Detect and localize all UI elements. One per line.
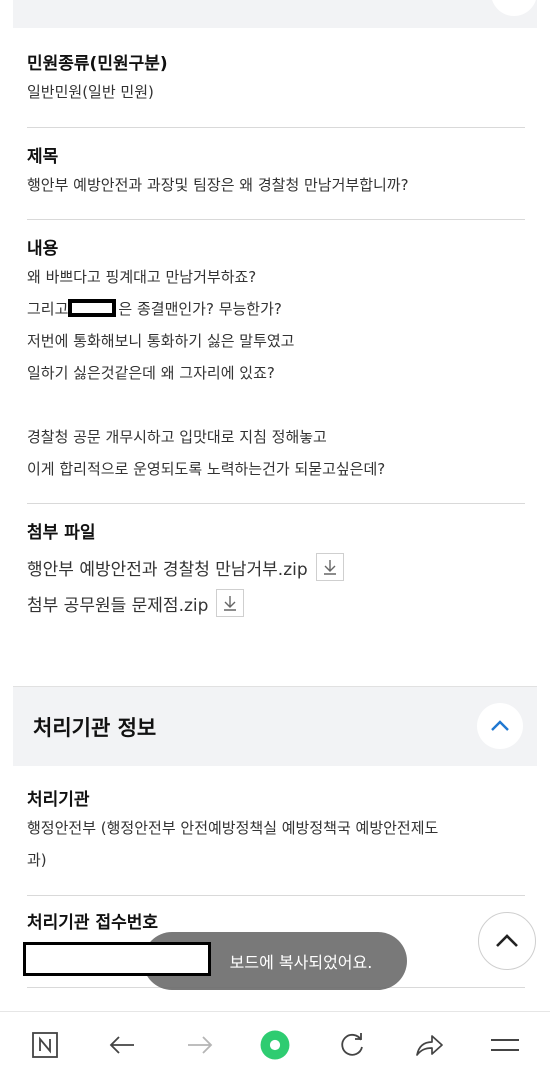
complaint-type-value: 일반민원(일반 민원) xyxy=(27,83,154,101)
divider xyxy=(27,895,525,896)
agency-value: 행정안전부 (행정안전부 안전예방정책실 예방정책국 예방안전제도 xyxy=(27,819,439,837)
previous-section-header xyxy=(13,0,537,28)
scroll-top-button[interactable] xyxy=(478,912,536,970)
back-button[interactable] xyxy=(105,1028,139,1062)
content-field: 내용 왜 바쁘다고 핑계대고 만남거부하죠? 그리고 은 종결맨인가? 무능한가?… xyxy=(27,237,525,485)
forward-button[interactable] xyxy=(183,1028,217,1062)
content-line: 그리고 은 종결맨인가? 무능한가? xyxy=(27,293,525,325)
divider xyxy=(27,503,525,504)
subject-value: 행안부 예방안전과 과장및 팀장은 왜 경찰청 만남거부합니까? xyxy=(27,176,409,194)
agency-label: 처리기관 xyxy=(27,790,90,810)
subject-label: 제목 xyxy=(27,147,59,167)
redaction-box xyxy=(23,942,211,976)
download-arrow-icon xyxy=(323,560,336,575)
hamburger-icon xyxy=(491,1039,519,1051)
complaint-type-field: 민원종류(민원구분) 일반민원(일반 민원) xyxy=(27,52,525,108)
divider xyxy=(27,127,525,128)
attachment-filename[interactable]: 첨부 공무원들 문제점.zip xyxy=(27,591,208,616)
content-label: 내용 xyxy=(27,239,59,259)
chevron-up-icon xyxy=(496,934,518,947)
content-line: 왜 바쁘다고 핑계대고 만남거부하죠? xyxy=(27,268,257,286)
attachment-item: 행안부 예방안전과 경찰청 만남거부.zip xyxy=(27,549,525,585)
green-circle-icon xyxy=(260,1030,290,1060)
chevron-up-icon xyxy=(491,720,509,731)
content-text: 은 종결맨인가? 무능한가? xyxy=(118,300,282,318)
agency-field: 처리기관 행정안전부 (행정안전부 안전예방정책실 예방정책국 예방안전제도 과… xyxy=(27,788,525,876)
download-arrow-icon xyxy=(224,596,237,611)
menu-button[interactable] xyxy=(488,1028,522,1062)
share-icon xyxy=(416,1035,443,1056)
complaint-type-label: 민원종류(민원구분) xyxy=(27,54,168,74)
download-button[interactable] xyxy=(216,589,245,617)
previous-section-toggle[interactable] xyxy=(491,0,537,16)
redaction-box xyxy=(68,299,117,317)
content-text: 그리고 xyxy=(27,300,69,318)
green-dot-button[interactable] xyxy=(258,1028,292,1062)
content-blank-line xyxy=(27,389,525,421)
refresh-icon xyxy=(341,1033,363,1056)
browser-toolbar xyxy=(0,1011,550,1078)
share-button[interactable] xyxy=(412,1028,446,1062)
attachment-item: 첨부 공무원들 문제점.zip xyxy=(27,585,525,621)
download-button[interactable] xyxy=(315,553,344,581)
arrow-right-icon xyxy=(188,1036,213,1054)
subject-field: 제목 행안부 예방안전과 과장및 팀장은 왜 경찰청 만남거부합니까? xyxy=(27,145,525,201)
attachment-filename[interactable]: 행안부 예방안전과 경찰청 만남거부.zip xyxy=(27,555,308,580)
agency-value-cont: 과) xyxy=(27,851,47,869)
content-line: 경찰청 공문 개무시하고 입맛대로 지침 정해놓고 xyxy=(27,428,327,446)
attachments-label: 첨부 파일 xyxy=(27,523,96,543)
home-button[interactable] xyxy=(28,1028,62,1062)
collapse-button[interactable] xyxy=(477,703,523,749)
agency-section-title: 처리기관 정보 xyxy=(33,716,157,740)
agency-section-header[interactable]: 처리기관 정보 xyxy=(13,686,537,766)
arrow-left-icon xyxy=(109,1036,134,1054)
attachments-field: 첨부 파일 행안부 예방안전과 경찰청 만남거부.zip 첨부 공무원들 문제점… xyxy=(27,521,525,621)
content-line: 이게 합리적으로 운영되도록 노력하는건가 되묻고싶은데? xyxy=(27,460,386,478)
content-line: 저번에 통화해보니 통화하기 싫은 말투였고 xyxy=(27,332,295,350)
naver-n-icon xyxy=(32,1032,58,1058)
refresh-button[interactable] xyxy=(335,1028,369,1062)
content-line: 일하기 싫은것같은데 왜 그자리에 있죠? xyxy=(27,364,275,382)
divider xyxy=(27,219,525,220)
